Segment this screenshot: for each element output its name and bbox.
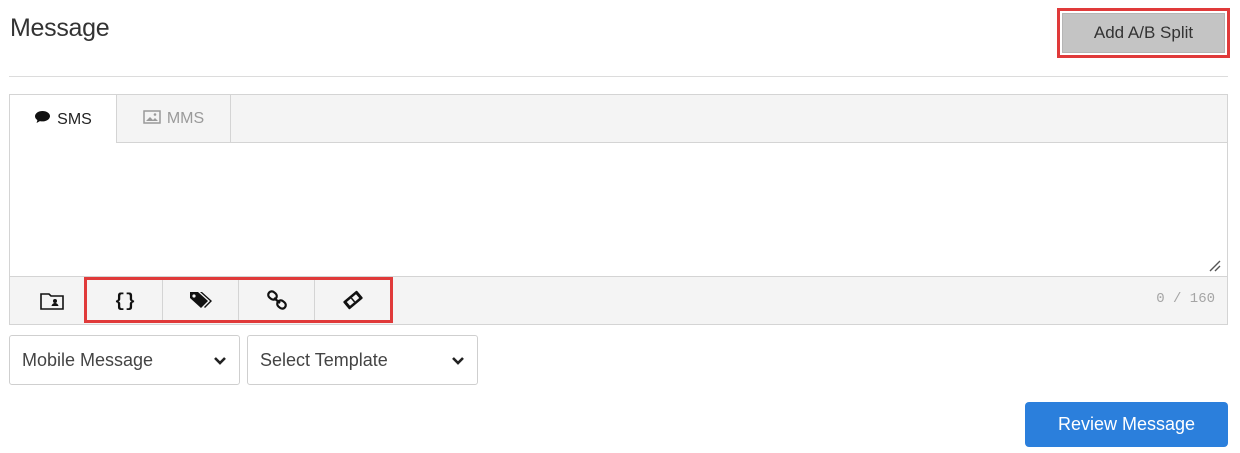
character-counter: 0 / 160 (1156, 291, 1215, 307)
page-title: Message (10, 14, 110, 42)
message-type-tabs: SMS MMS (10, 95, 1227, 144)
coupon-icon[interactable] (315, 280, 390, 320)
add-ab-split-button[interactable]: Add A/B Split (1062, 13, 1225, 53)
tab-sms-label: SMS (57, 110, 92, 128)
message-type-select[interactable]: Mobile Message (9, 335, 240, 385)
tab-mms-label: MMS (166, 110, 205, 127)
tab-mms[interactable]: MMS (117, 95, 231, 143)
tags-icon[interactable] (163, 280, 239, 320)
curly-braces-icon[interactable]: {} (87, 280, 163, 320)
toolbar-highlight: {} (84, 277, 393, 323)
image-icon (143, 109, 161, 129)
message-textarea[interactable] (10, 143, 1227, 277)
ab-split-highlight: Add A/B Split (1057, 8, 1230, 58)
tab-sms[interactable]: SMS (10, 95, 117, 144)
chevron-down-icon (213, 350, 227, 371)
template-select[interactable]: Select Template (247, 335, 478, 385)
review-message-button[interactable]: Review Message (1025, 402, 1228, 447)
svg-text:{}: {} (114, 292, 136, 310)
header-divider (9, 76, 1228, 77)
link-icon[interactable] (239, 280, 315, 320)
message-editor: SMS MMS {} 0 / 160 (9, 94, 1228, 325)
resize-handle-icon[interactable] (1207, 258, 1221, 272)
contact-card-icon[interactable] (10, 278, 94, 324)
chat-bubble-icon (34, 110, 51, 129)
chevron-down-icon (451, 350, 465, 371)
message-type-value: Mobile Message (22, 349, 154, 370)
template-value: Select Template (260, 349, 388, 370)
editor-toolbar: {} 0 / 160 (10, 277, 1227, 324)
